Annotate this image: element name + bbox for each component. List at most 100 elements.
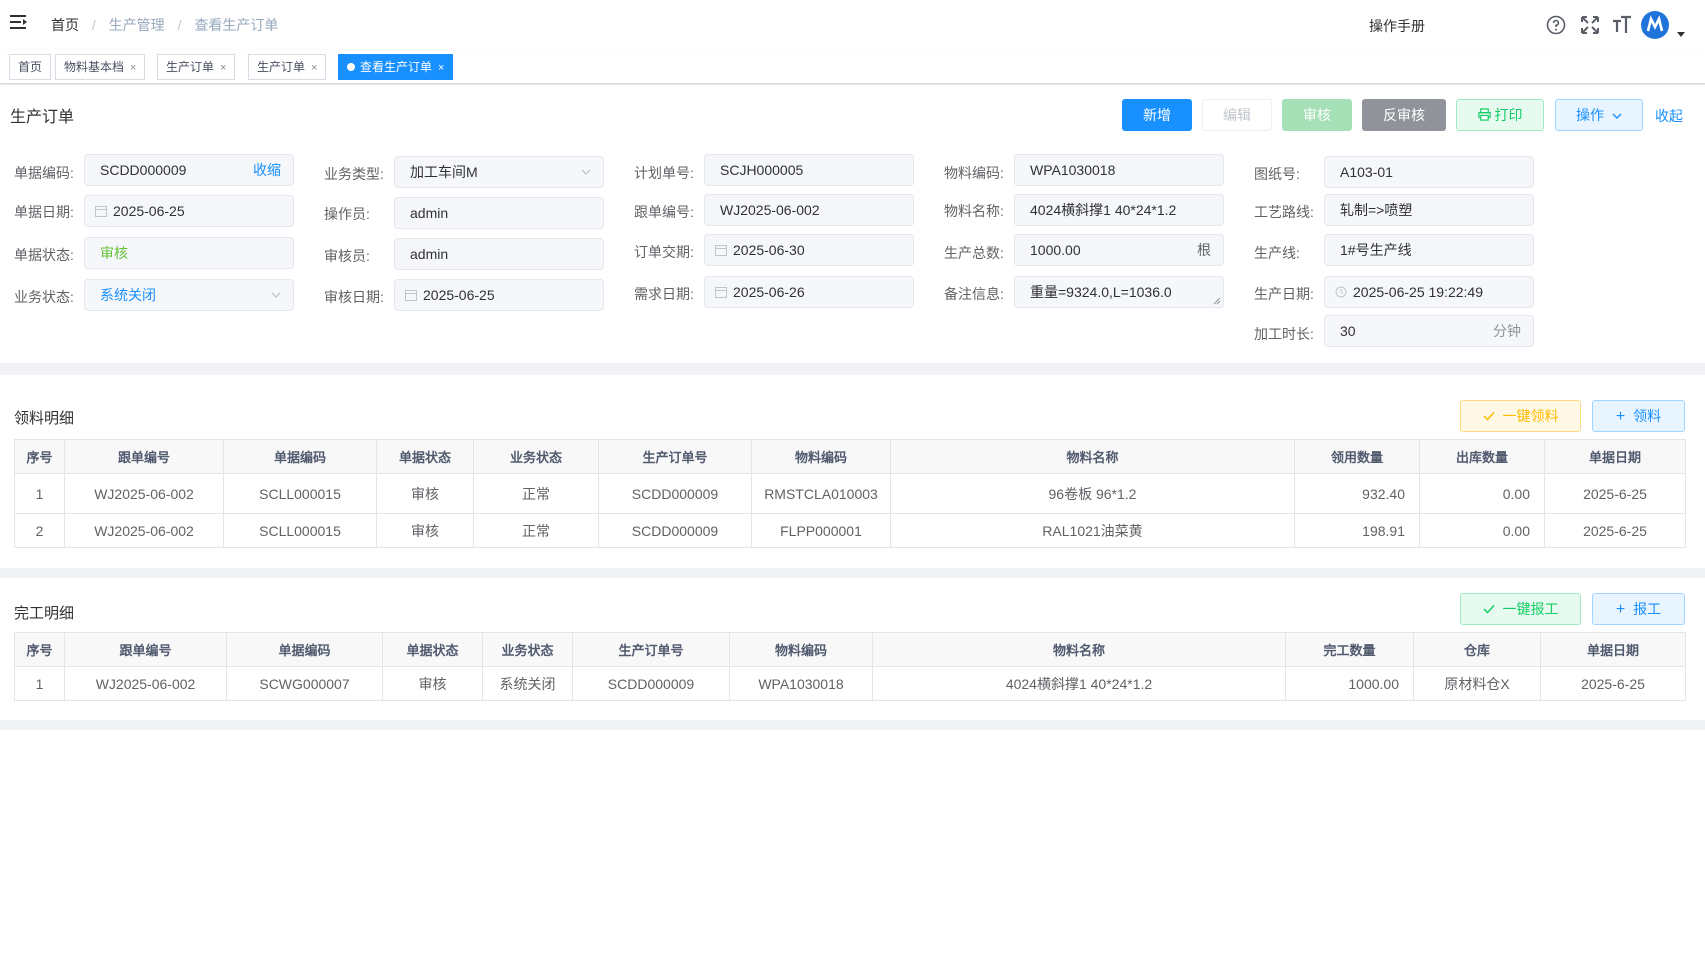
cell-mat-name-link[interactable]: 4024横斜撑1 40*24*1.2 [872, 666, 1286, 701]
fullscreen-icon[interactable] [1579, 14, 1601, 36]
close-icon[interactable]: × [130, 62, 136, 74]
tag-material-base[interactable]: 物料基本档 × [55, 54, 146, 80]
tag-view-production-order[interactable]: 查看生产订单 × [338, 54, 454, 80]
table-row[interactable]: 1 WJ2025-06-002 SCLL000015 审核 正常 SCDD000… [14, 473, 1686, 514]
cell-order: SCDD000009 [598, 473, 752, 514]
track-no-label: 跟单编号: [634, 204, 694, 220]
breadcrumb-separator: / [91, 17, 96, 33]
active-dot [347, 63, 355, 71]
collapse-link[interactable]: 收起 [1655, 106, 1683, 126]
prod-date-value: 2025-06-25 19:22:49 [1353, 284, 1483, 300]
report-button[interactable]: + 报工 [1592, 593, 1685, 625]
cell-doc-code-link[interactable]: SCWG000007 [226, 666, 383, 701]
duration-unit: 分钟 [1493, 323, 1521, 339]
col-header: 跟单编号 [64, 632, 227, 667]
resize-handle-icon[interactable] [1213, 297, 1221, 305]
finish-detail-card: 完工明细 一键报工 + 报工 序号 跟单编号 单据编码 单据状态 业务状态 生产订… [0, 578, 1705, 720]
plan-no-field[interactable]: SCJH000005 [704, 154, 914, 186]
cell-qty: 198.91 [1294, 513, 1420, 548]
table-row[interactable]: 1 WJ2025-06-002 SCWG000007 审核 系统关闭 SCDD0… [14, 666, 1686, 701]
pick-label: 领料 [1633, 408, 1662, 424]
doc-code-field[interactable]: SCDD000009 收缩 [84, 154, 294, 186]
mat-name-field[interactable]: 4024横斜撑1 40*24*1.2 [1014, 194, 1224, 226]
tag-production-order[interactable]: 生产订单 × [157, 54, 236, 80]
chevron-down-icon [581, 169, 591, 175]
tag-production-order[interactable]: 生产订单 × [248, 54, 327, 80]
total-label: 生产总数: [944, 245, 1004, 261]
auditor-value: admin [410, 246, 449, 262]
cell-doc-code-link[interactable]: SCLL000015 [223, 473, 377, 514]
close-icon[interactable]: × [220, 62, 226, 74]
unaudit-button[interactable]: 反审核 [1362, 99, 1446, 131]
clock-icon [1335, 286, 1347, 298]
edit-button[interactable]: 编辑 [1202, 99, 1272, 131]
check-icon [1482, 604, 1495, 614]
col-header: 单据编码 [223, 439, 377, 474]
total-field[interactable]: 1000.00 根 [1014, 234, 1224, 266]
cell-seq: 1 [14, 666, 65, 701]
operator-field[interactable]: admin [394, 197, 604, 229]
col-header: 业务状态 [482, 632, 573, 667]
track-no-field[interactable]: WJ2025-06-002 [704, 194, 914, 226]
tag-home[interactable]: 首页 [9, 54, 52, 80]
drawing-field[interactable]: A103-01 [1324, 156, 1534, 188]
biz-status-select[interactable]: 系统关闭 [84, 279, 294, 311]
cell-warehouse: 原材料仓X [1413, 666, 1541, 701]
one-click-report-label: 一键报工 [1502, 601, 1559, 617]
line-field[interactable]: 1#号生产线 [1324, 234, 1534, 266]
material-section-title: 领料明细 [14, 410, 75, 427]
biz-status-value: 系统关闭 [100, 287, 156, 303]
prod-datetime-picker[interactable]: 2025-06-25 19:22:49 [1324, 276, 1534, 308]
duration-field[interactable]: 30 分钟 [1324, 315, 1534, 347]
collapse-code-link[interactable]: 收缩 [253, 155, 281, 185]
order-form-card: 生产订单 新增 编辑 审核 反审核 打印 操作 收起 单据编码: SCDD000… [0, 85, 1705, 363]
auditor-label: 审核员: [324, 248, 370, 264]
cell-mat-code: FLPP000001 [751, 513, 891, 548]
cell-doc-code-link[interactable]: SCLL000015 [223, 513, 377, 548]
audit-date-value: 2025-06-25 [423, 287, 495, 303]
one-click-report-button[interactable]: 一键报工 [1460, 593, 1581, 625]
breadcrumb-home[interactable]: 首页 [51, 17, 79, 33]
pick-button[interactable]: + 领料 [1592, 400, 1685, 432]
font-size-icon[interactable] [1611, 14, 1633, 36]
auditor-field[interactable]: admin [394, 238, 604, 270]
biz-type-select[interactable]: 加工车间M [394, 156, 604, 188]
cell-date: 2025-6-25 [1544, 513, 1686, 548]
doc-date-picker[interactable]: 2025-06-25 [84, 195, 294, 227]
cell-qty: 1000.00 [1285, 666, 1414, 701]
audit-button[interactable]: 审核 [1282, 99, 1352, 131]
one-click-pick-button[interactable]: 一键领料 [1460, 400, 1581, 432]
help-icon[interactable] [1545, 14, 1567, 36]
doc-status-label: 单据状态: [14, 247, 74, 263]
tag-label: 生产订单 [166, 60, 215, 74]
remark-textarea[interactable]: 重量=9324.0,L=1036.0 [1014, 276, 1224, 308]
print-button[interactable]: 打印 [1456, 99, 1544, 131]
doc-status-field[interactable]: 审核 [84, 237, 294, 269]
calendar-icon [95, 206, 107, 217]
delivery-value: 2025-06-30 [733, 242, 805, 258]
demand-date-picker[interactable]: 2025-06-26 [704, 276, 914, 308]
col-header: 序号 [14, 632, 65, 667]
printer-icon [1477, 108, 1491, 121]
close-icon[interactable]: × [438, 62, 444, 74]
table-row[interactable]: 2 WJ2025-06-002 SCLL000015 审核 正常 SCDD000… [14, 513, 1686, 548]
route-field[interactable]: 轧制=>喷塑 [1324, 194, 1534, 226]
avatar[interactable] [1641, 11, 1669, 39]
mat-code-value: WPA1030018 [1030, 162, 1116, 178]
doc-date-label: 单据日期: [14, 204, 74, 220]
mat-code-field[interactable]: WPA1030018 [1014, 154, 1224, 186]
delivery-date-picker[interactable]: 2025-06-30 [704, 234, 914, 266]
plus-icon: + [1615, 601, 1626, 618]
hamburger-icon[interactable] [10, 14, 28, 30]
drawing-value: A103-01 [1340, 164, 1393, 180]
operate-dropdown-button[interactable]: 操作 [1555, 99, 1643, 131]
page-title: 生产订单 [10, 109, 75, 126]
audit-date-picker[interactable]: 2025-06-25 [394, 279, 604, 311]
cell-biz-status: 系统关闭 [482, 666, 573, 701]
caret-down-icon[interactable] [1677, 30, 1685, 38]
cell-doc-status: 审核 [376, 513, 474, 548]
manual-link[interactable]: 操作手册 [1369, 16, 1425, 36]
close-icon[interactable]: × [311, 62, 317, 74]
add-button[interactable]: 新增 [1122, 99, 1192, 131]
audit-date-label: 审核日期: [324, 289, 384, 305]
